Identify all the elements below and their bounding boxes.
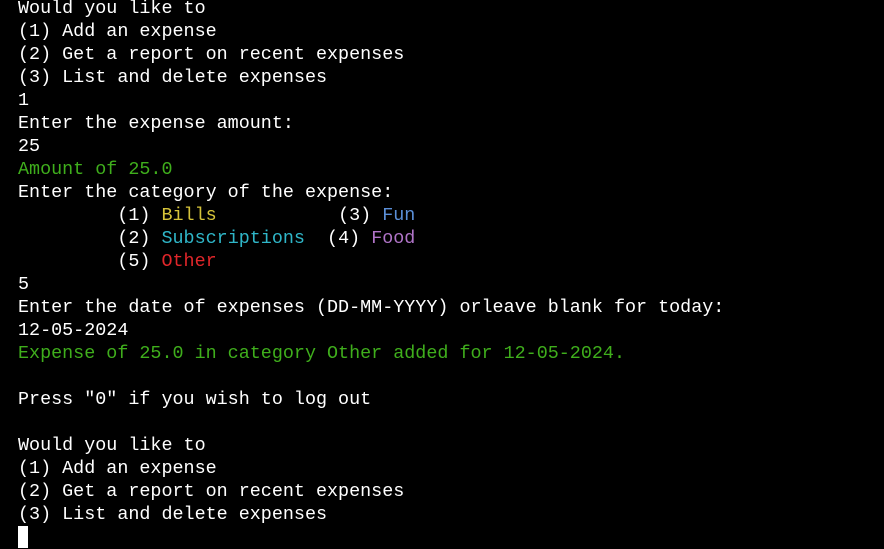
category-row-3: (5) Other	[18, 250, 878, 273]
menu-option-list: (3) List and delete expenses	[18, 504, 328, 525]
category-fun: Fun	[382, 205, 416, 226]
menu-prompt: Would you like to	[18, 0, 206, 19]
category-other: Other	[161, 251, 217, 272]
category-row-2: (2) Subscriptions (4) Food	[18, 227, 878, 250]
category-number: (2)	[117, 228, 151, 249]
category-bills: Bills	[161, 205, 217, 226]
expense-added-confirmation: Expense of 25.0 in category Other added …	[18, 343, 625, 364]
text-cursor[interactable]	[18, 526, 28, 548]
user-input-amount: 25	[18, 136, 41, 157]
user-input-choice: 1	[18, 90, 30, 111]
terminal-output: Would you like to (1) Add an expense (2)…	[18, 0, 878, 549]
category-number: (3)	[338, 205, 372, 226]
menu-option-add: (1) Add an expense	[18, 458, 217, 479]
user-input-date: 12-05-2024	[18, 320, 129, 341]
category-food: Food	[371, 228, 416, 249]
category-number: (5)	[117, 251, 151, 272]
input-line[interactable]	[18, 526, 878, 549]
menu-option-add: (1) Add an expense	[18, 21, 217, 42]
amount-prompt: Enter the expense amount:	[18, 113, 294, 134]
category-number: (4)	[327, 228, 361, 249]
category-number: (1)	[117, 205, 151, 226]
menu-option-list: (3) List and delete expenses	[18, 67, 328, 88]
menu-prompt: Would you like to	[18, 435, 206, 456]
user-input-category: 5	[18, 274, 30, 295]
category-row-1: (1) Bills (3) Fun	[18, 204, 878, 227]
date-prompt: Enter the date of expenses (DD-MM-YYYY) …	[18, 297, 725, 318]
logout-hint: Press "0" if you wish to log out	[18, 389, 372, 410]
menu-option-report: (2) Get a report on recent expenses	[18, 481, 405, 502]
category-prompt: Enter the category of the expense:	[18, 182, 394, 203]
amount-confirmation: Amount of 25.0	[18, 159, 173, 180]
menu-option-report: (2) Get a report on recent expenses	[18, 44, 405, 65]
category-subscriptions: Subscriptions	[161, 228, 305, 249]
